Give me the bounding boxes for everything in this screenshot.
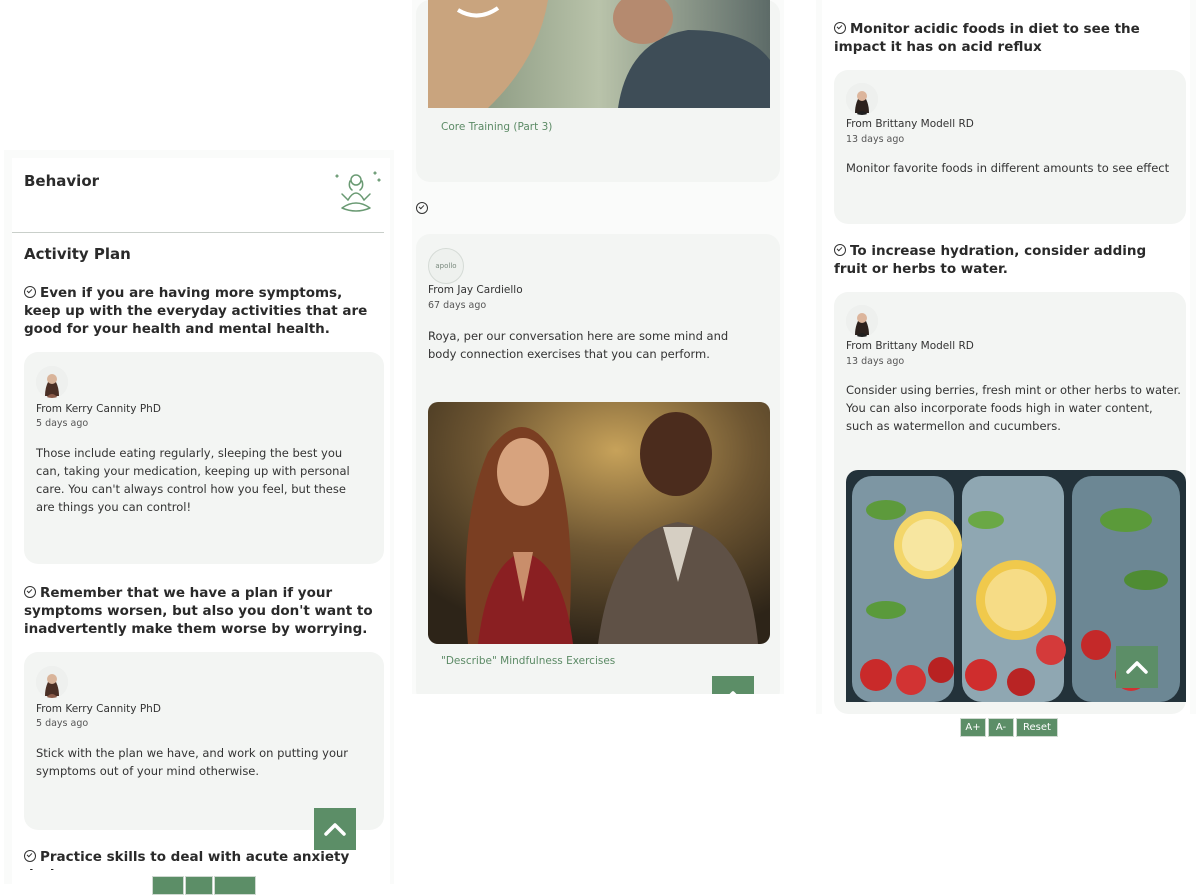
message-text: Consider using berries, fresh mint or ot… [846, 383, 1181, 433]
message-card: From Kerry Cannity PhD 5 days ago Stick … [24, 652, 384, 830]
tip-title: Even if you are having more symptoms, ke… [24, 285, 368, 337]
font-decrease-button[interactable] [185, 876, 213, 895]
message-card: From Brittany Modell RD 13 days ago Cons… [834, 292, 1186, 714]
scroll-to-top-button[interactable] [1116, 646, 1158, 688]
message-author: From Kerry Cannity PhD [36, 403, 161, 415]
message-author: From Kerry Cannity PhD [36, 703, 161, 715]
message-card: apollo From Jay Cardiello 67 days ago Ro… [416, 234, 780, 694]
message-text: Roya, per our conversation here are some… [428, 329, 729, 361]
tip-title: Remember that we have a plan if your sym… [24, 585, 373, 637]
avatar [846, 305, 878, 337]
divider [12, 232, 384, 233]
font-increase-button[interactable]: A+ [960, 718, 986, 737]
scroll-to-top-button[interactable] [712, 676, 754, 694]
check-circle-icon [24, 586, 36, 598]
check-circle-icon [416, 202, 428, 214]
message-card: From Kerry Cannity PhD 5 days ago Those … [24, 352, 384, 564]
message-date: 67 days ago [428, 300, 487, 311]
avatar [36, 366, 68, 398]
training-photo[interactable] [428, 0, 770, 108]
message-text: Stick with the plan we have, and work on… [36, 746, 349, 778]
message-author: From Brittany Modell RD [846, 340, 974, 352]
video-card: Core Training (Part 3) [416, 0, 780, 182]
section-title: Behavior [24, 172, 100, 190]
message-date: 5 days ago [36, 718, 89, 729]
font-reset-button[interactable] [214, 876, 256, 895]
tip-title: Practice skills to deal with acute anxie… [24, 848, 379, 870]
mindfulness-photo[interactable] [428, 402, 770, 644]
tip-title: To increase hydration, consider adding f… [834, 243, 1147, 277]
message-text: Monitor favorite foods in different amou… [846, 161, 1170, 175]
chevron-up-icon [324, 823, 346, 836]
message-author: From Brittany Modell RD [846, 118, 974, 130]
behavior-panel: Behavior Activity Plan Even if you are h… [4, 150, 394, 884]
message-date: 13 days ago [846, 356, 905, 367]
font-decrease-button[interactable]: A- [988, 718, 1014, 737]
check-circle-icon [24, 286, 36, 298]
avatar [846, 83, 878, 115]
message-text: Those include eating regularly, sleeping… [36, 446, 350, 514]
nutrition-panel-content: Monitor acidic foods in diet to see the … [822, 0, 1190, 714]
tip-title: Monitor acidic foods in diet to see the … [834, 21, 1140, 55]
message-date: 5 days ago [36, 418, 89, 429]
check-circle-icon [834, 22, 846, 34]
behavior-panel-content: Behavior Activity Plan Even if you are h… [12, 158, 390, 884]
check-circle-icon [24, 850, 36, 862]
video-caption[interactable]: Core Training (Part 3) [441, 121, 552, 133]
avatar: apollo [428, 248, 464, 284]
message-card: From Brittany Modell RD 13 days ago Moni… [834, 70, 1186, 224]
scroll-to-top-button[interactable] [314, 808, 356, 850]
tip-title [416, 200, 432, 218]
meditation-icon [332, 168, 384, 220]
message-author: From Jay Cardiello [428, 284, 523, 296]
chevron-up-icon [1126, 661, 1148, 674]
chevron-up-icon [729, 691, 737, 694]
font-increase-button[interactable] [152, 876, 184, 895]
activity-plan-title: Activity Plan [24, 245, 131, 263]
message-date: 13 days ago [846, 134, 905, 145]
font-reset-button[interactable]: Reset [1016, 718, 1058, 737]
activity-feed-panel: Core Training (Part 3) apollo From Jay C… [412, 0, 784, 694]
check-circle-icon [834, 244, 846, 256]
video-caption[interactable]: "Describe" Mindfulness Exercises [441, 655, 615, 667]
nutrition-panel: Monitor acidic foods in diet to see the … [816, 0, 1196, 714]
avatar [36, 666, 68, 698]
